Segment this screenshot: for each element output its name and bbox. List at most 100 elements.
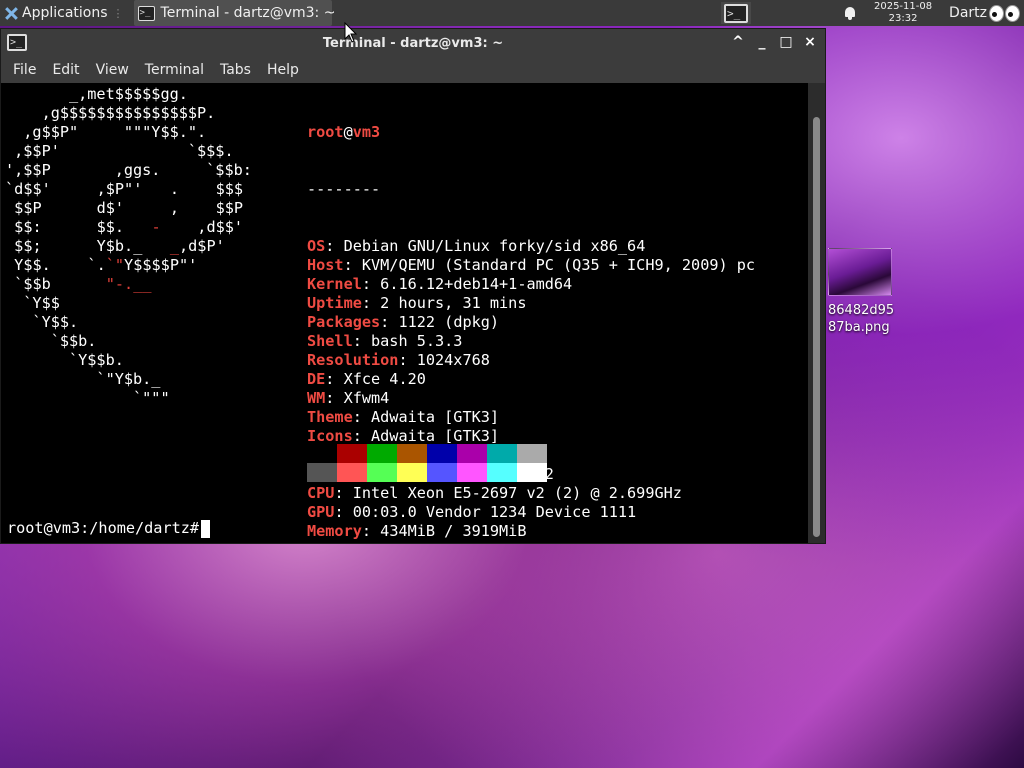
- logo-line: `$$b "-.__: [14, 275, 152, 293]
- info-value: 1024x768: [416, 351, 490, 369]
- info-value: Adwaita [GTK3]: [371, 427, 500, 445]
- palette-swatch: [367, 463, 397, 482]
- info-value: 6.16.12+deb14+1-amd64: [380, 275, 573, 293]
- info-value: 434MiB / 3919MiB: [380, 522, 527, 540]
- info-row: Uptime: 2 hours, 31 mins: [307, 294, 755, 313]
- xeyes-icon: [989, 4, 1020, 22]
- panel-separator-icon: ⋮: [112, 6, 124, 20]
- palette-swatch: [457, 463, 487, 482]
- menu-terminal[interactable]: Terminal: [137, 62, 212, 78]
- info-key: Uptime: [307, 294, 362, 312]
- eye-left-icon: [989, 4, 1004, 22]
- window-titlebar[interactable]: >_ Terminal - dartz@vm3: ~ ^ _ □ ×: [1, 29, 825, 57]
- info-key: Kernel: [307, 275, 362, 293]
- info-value: 00:03.0 Vendor 1234 Device 1111: [352, 503, 637, 521]
- logo-line: ',$$P ,ggs. `$$b:: [5, 161, 252, 179]
- taskbar-terminal-button[interactable]: >_ Terminal - dartz@vm3: ~: [133, 0, 335, 26]
- applications-menu-button[interactable]: Applications ⋮: [0, 0, 128, 26]
- info-colon: :: [352, 427, 372, 445]
- window-controls: ^ _ □ ×: [729, 33, 819, 51]
- logo-line: `"Y$b._: [5, 370, 161, 388]
- host-name: vm3: [352, 123, 381, 141]
- logo-line: `Y$$: [5, 294, 60, 312]
- info-row: Theme: Adwaita [GTK3]: [307, 408, 755, 427]
- info-row: Shell: bash 5.3.3: [307, 332, 755, 351]
- close-button[interactable]: ×: [801, 33, 819, 51]
- info-row: Kernel: 6.16.12+deb14+1-amd64: [307, 275, 755, 294]
- menu-help[interactable]: Help: [259, 62, 307, 78]
- menu-file[interactable]: File: [5, 62, 44, 78]
- info-value: bash 5.3.3: [371, 332, 463, 350]
- desktop-file-icon[interactable]: 86482d95 87ba.png: [826, 248, 906, 336]
- palette-swatch: [427, 463, 457, 482]
- info-key: Icons: [307, 427, 353, 445]
- info-key: Host: [307, 256, 344, 274]
- scrollbar-thumb[interactable]: [813, 117, 820, 537]
- logo-line: ,$$P' `$$$.: [5, 142, 234, 160]
- info-value: Intel Xeon E5-2697 v2 (2) @ 2.699GHz: [352, 484, 682, 502]
- logo-line: ,g$$P" """Y$$.".: [5, 123, 207, 141]
- user-menu-button[interactable]: Dartz: [949, 5, 987, 21]
- logo-line: Y$$. `.`"Y$$$$P"': [14, 256, 198, 274]
- user-host-line: root@vm3: [307, 123, 755, 142]
- terminal-scrollbar[interactable]: [808, 83, 825, 543]
- terminal-output[interactable]: _,met$$$$$gg. ,g$$$$$$$$$$$$$$$P. ,g$$P"…: [1, 83, 807, 543]
- terminal-window[interactable]: >_ Terminal - dartz@vm3: ~ ^ _ □ × File …: [0, 28, 826, 544]
- palette-swatch: [307, 444, 337, 463]
- user-name: root: [307, 123, 344, 141]
- info-key: WM: [307, 389, 326, 407]
- info-key: Packages: [307, 313, 381, 331]
- color-palette: [307, 444, 547, 482]
- info-value: 1122 (dpkg): [398, 313, 500, 331]
- palette-swatch: [517, 463, 547, 482]
- logo-line: `Y$$.: [5, 313, 79, 331]
- caption-line-1: 86482d95: [828, 303, 895, 318]
- xfce-logo-icon: [4, 6, 19, 21]
- desktop-file-caption: 86482d95 87ba.png: [826, 302, 906, 336]
- info-colon: :: [361, 294, 381, 312]
- shade-button[interactable]: ^: [729, 33, 747, 51]
- bell-icon[interactable]: [843, 6, 857, 20]
- info-colon: :: [380, 313, 399, 331]
- info-colon: :: [325, 389, 344, 407]
- clock-date: 2025-11-08: [873, 1, 933, 12]
- info-value: Xfce 4.20: [343, 370, 426, 388]
- debian-ascii-logo: _,met$$$$$gg. ,g$$$$$$$$$$$$$$$P. ,g$$P"…: [5, 85, 252, 408]
- info-row: Packages: 1122 (dpkg): [307, 313, 755, 332]
- minimize-button[interactable]: _: [753, 33, 771, 51]
- info-key: Memory: [307, 522, 362, 540]
- prompt-text: root@vm3:/home/dartz#: [7, 519, 200, 537]
- logo-line: _,met$$$$$gg.: [5, 85, 188, 103]
- maximize-button[interactable]: □: [777, 33, 795, 51]
- info-key: CPU: [307, 484, 335, 502]
- eye-right-icon: [1005, 4, 1020, 22]
- info-row: Resolution: 1024x768: [307, 351, 755, 370]
- window-title: Terminal - dartz@vm3: ~: [322, 35, 504, 51]
- info-colon: :: [398, 351, 417, 369]
- clock-time: 23:32: [888, 13, 918, 24]
- palette-swatch: [307, 463, 337, 482]
- palette-row-2: [307, 463, 547, 482]
- info-key: GPU: [307, 503, 335, 521]
- terminal-icon: >_: [137, 5, 155, 21]
- info-colon: :: [325, 370, 344, 388]
- palette-swatch: [367, 444, 397, 463]
- info-key: DE: [307, 370, 326, 388]
- info-row: GPU: 00:03.0 Vendor 1234 Device 1111: [307, 503, 755, 522]
- palette-swatch: [517, 444, 547, 463]
- logo-line: $$: $$. - ,d$$': [14, 218, 244, 236]
- menu-edit[interactable]: Edit: [44, 62, 87, 78]
- shell-prompt[interactable]: root@vm3:/home/dartz#: [7, 519, 211, 538]
- info-row: WM: Xfwm4: [307, 389, 755, 408]
- palette-swatch: [487, 444, 517, 463]
- clock[interactable]: 2025-11-08 23:32: [871, 1, 935, 25]
- palette-row-1: [307, 444, 547, 463]
- logo-line: $$P d$' , $$P: [14, 199, 244, 217]
- menu-tabs[interactable]: Tabs: [212, 62, 259, 78]
- palette-swatch: [487, 463, 517, 482]
- menu-view[interactable]: View: [88, 62, 137, 78]
- info-colon: :: [334, 503, 353, 521]
- terminal-launcher-button[interactable]: >_: [721, 2, 752, 24]
- logo-line: `$$b.: [5, 332, 97, 350]
- info-row: OS: Debian GNU/Linux forky/sid x86_64: [307, 237, 755, 256]
